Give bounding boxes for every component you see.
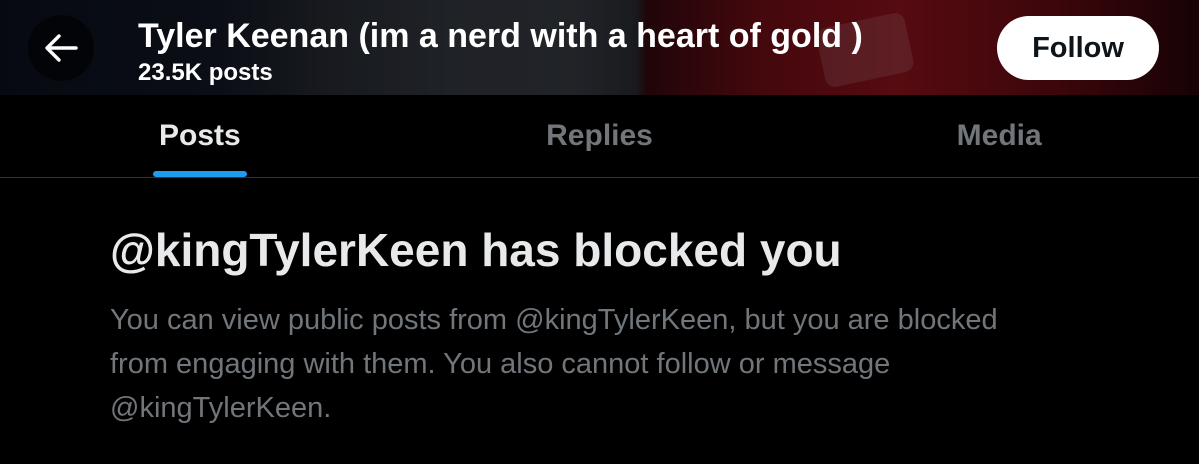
profile-header: Tyler Keenan (im a nerd with a heart of … xyxy=(0,0,1199,95)
header-title-block: Tyler Keenan (im a nerd with a heart of … xyxy=(138,12,863,88)
tab-posts-label: Posts xyxy=(158,119,241,152)
tab-replies[interactable]: Replies xyxy=(400,95,800,177)
tab-posts[interactable]: Posts xyxy=(0,95,400,177)
arrow-left-icon xyxy=(45,34,78,62)
post-count: 23.5K posts xyxy=(138,59,273,86)
profile-page: Tyler Keenan (im a nerd with a heart of … xyxy=(0,0,1199,464)
tab-media-label: Media xyxy=(956,119,1042,152)
tab-media[interactable]: Media xyxy=(799,95,1199,177)
back-button[interactable] xyxy=(28,15,94,81)
tab-replies-label: Replies xyxy=(546,119,653,152)
profile-tabs: Posts Replies Media xyxy=(0,95,1199,178)
active-tab-indicator xyxy=(152,171,247,177)
blocked-notice: @kingTylerKeen has blocked you You can v… xyxy=(110,222,1070,430)
profile-name: Tyler Keenan (im a nerd with a heart of … xyxy=(138,17,863,55)
blocked-notice-title: @kingTylerKeen has blocked you xyxy=(110,224,842,276)
blocked-notice-body: You can view public posts from @kingTyle… xyxy=(110,304,998,424)
follow-button[interactable]: Follow xyxy=(997,16,1159,80)
